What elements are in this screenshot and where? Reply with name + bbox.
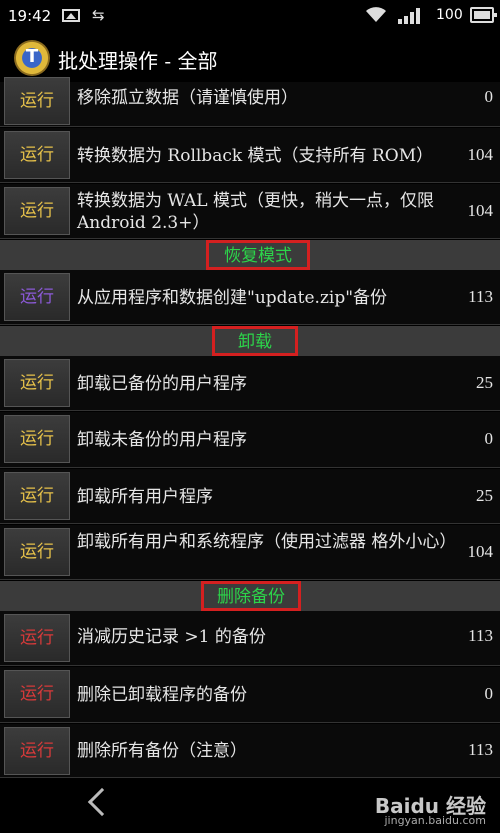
section-header-uninstall: 卸载: [0, 326, 500, 356]
item-count: 104: [467, 145, 494, 164]
wifi-icon: [366, 7, 386, 22]
list-item: 运行 卸载已备份的用户程序 25: [0, 356, 500, 411]
list-item: 运行 转换数据为 Rollback 模式（支持所有 ROM） 104: [0, 128, 500, 183]
list-item: 运行 从应用程序和数据创建"update.zip"备份 113: [0, 270, 500, 325]
item-count: 25: [476, 486, 493, 505]
item-label: 卸载未备份的用户程序: [77, 430, 247, 450]
section-header-recovery: 恢复模式: [0, 240, 500, 270]
battery-level: 100: [436, 7, 463, 23]
navigation-bar: Baidu 经验 jingyan.baidu.com: [0, 778, 500, 833]
item-label: 移除孤立数据（请谨慎使用）: [77, 88, 298, 108]
item-count: 113: [468, 740, 493, 759]
run-button[interactable]: 运行: [4, 670, 70, 718]
titanium-backup-app-icon[interactable]: T: [14, 40, 50, 76]
item-label: 删除所有备份（注意）: [77, 741, 247, 761]
section-title: 卸载: [212, 326, 298, 356]
item-label: 删除已卸载程序的备份: [77, 685, 247, 705]
back-icon[interactable]: [87, 787, 117, 817]
section-title: 删除备份: [201, 581, 301, 611]
item-count: 0: [484, 87, 494, 106]
list-item: 运行 卸载未备份的用户程序 0: [0, 412, 500, 468]
list-item: 运行 删除所有备份（注意） 113: [0, 724, 500, 778]
list-item: 运行 消减历史记录 >1 的备份 113: [0, 611, 500, 666]
item-count: 25: [476, 373, 493, 392]
item-count: 0: [484, 429, 494, 448]
item-label: 转换数据为 WAL 模式（更快，稍大一点，仅限 Android 2.3+）: [77, 191, 434, 233]
run-button[interactable]: 运行: [4, 472, 70, 520]
run-button[interactable]: 运行: [4, 528, 70, 576]
run-button[interactable]: 运行: [4, 727, 70, 775]
run-button[interactable]: 运行: [4, 131, 70, 179]
item-label: 从应用程序和数据创建"update.zip"备份: [77, 288, 388, 308]
run-button[interactable]: 运行: [4, 614, 70, 662]
item-count: 113: [468, 626, 493, 645]
clock: 19:42: [8, 7, 52, 25]
item-label: 卸载所有用户和系统程序（使用过滤器 格外小心）: [77, 532, 457, 552]
title-bar: T 批处理操作 - 全部: [0, 32, 500, 82]
run-button[interactable]: 运行: [4, 415, 70, 463]
run-button[interactable]: 运行: [4, 359, 70, 407]
section-title: 恢复模式: [206, 240, 310, 270]
image-notification-icon: [62, 9, 80, 22]
item-count: 113: [468, 287, 493, 306]
page-title: 批处理操作 - 全部: [58, 49, 218, 73]
list-item: 运行 转换数据为 WAL 模式（更快，稍大一点，仅限 Android 2.3+）…: [0, 184, 500, 239]
list-item: 运行 卸载所有用户程序 25: [0, 469, 500, 524]
item-label: 消减历史记录 >1 的备份: [77, 627, 266, 647]
list-item: 运行 卸载所有用户和系统程序（使用过滤器 格外小心） 104: [0, 525, 500, 580]
item-label: 卸载已备份的用户程序: [77, 374, 247, 394]
list-item: 运行 移除孤立数据（请谨慎使用） 0: [0, 77, 500, 127]
item-count: 0: [484, 684, 494, 703]
run-button[interactable]: 运行: [4, 273, 70, 321]
item-label: 转换数据为 Rollback 模式（支持所有 ROM）: [77, 146, 434, 166]
signal-icon: [398, 8, 420, 24]
usb-icon: ⇆: [92, 6, 105, 24]
item-count: 104: [467, 542, 494, 561]
item-count: 104: [467, 201, 494, 220]
run-button[interactable]: 运行: [4, 187, 70, 235]
watermark-url: jingyan.baidu.com: [384, 814, 486, 827]
run-button[interactable]: 运行: [4, 77, 70, 125]
status-bar: 19:42 ⇆ 100: [0, 0, 500, 32]
list-item: 运行 删除已卸载程序的备份 0: [0, 667, 500, 723]
item-label: 卸载所有用户程序: [77, 487, 213, 507]
battery-icon: [470, 7, 497, 23]
section-header-delete-backup: 删除备份: [0, 581, 500, 611]
